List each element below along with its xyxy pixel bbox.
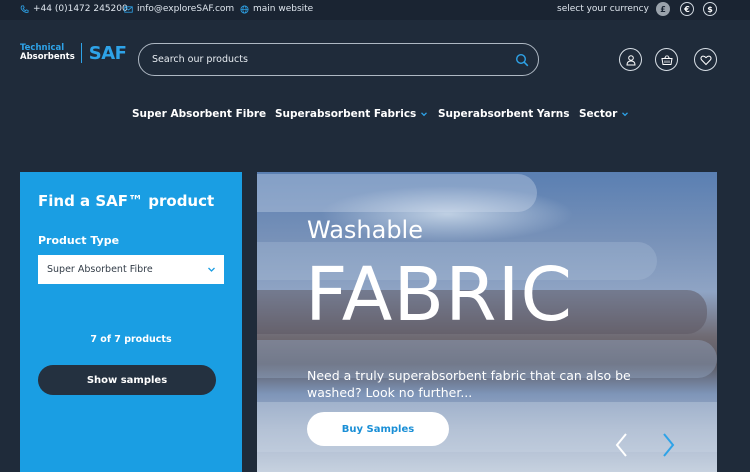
nav-label: Superabsorbent Yarns bbox=[438, 108, 570, 120]
currency-gbp-button[interactable]: £ bbox=[656, 2, 670, 16]
currency-usd-button[interactable]: $ bbox=[703, 2, 717, 16]
account-icon bbox=[625, 54, 636, 65]
heart-icon bbox=[699, 55, 712, 65]
chevron-left-icon[interactable] bbox=[613, 432, 631, 458]
currency-label-text: select your currency bbox=[557, 4, 649, 14]
nav-label: Super Absorbent Fibre bbox=[132, 108, 267, 120]
currency-label: select your currency bbox=[557, 1, 649, 17]
hero-subtitle: Washable bbox=[307, 216, 423, 244]
main-website-label: main website bbox=[253, 4, 314, 14]
basket-icon bbox=[660, 54, 673, 65]
search-bar bbox=[138, 43, 539, 76]
logo-wordmark: Technical Absorbents bbox=[20, 44, 75, 62]
chevron-down-icon bbox=[421, 112, 428, 117]
show-samples-button[interactable]: Show samples bbox=[38, 365, 216, 395]
nav-superabsorbent-yarns[interactable]: Superabsorbent Yarns bbox=[438, 106, 570, 122]
phone-icon bbox=[20, 4, 29, 13]
nav-superabsorbent-fabrics[interactable]: Superabsorbent Fabrics bbox=[275, 106, 428, 122]
buy-samples-button[interactable]: Buy Samples bbox=[307, 412, 449, 446]
wishlist-button[interactable] bbox=[694, 48, 717, 71]
fabric-fold-image bbox=[257, 174, 537, 212]
logo-divider bbox=[80, 43, 82, 63]
logo-line-2: Absorbents bbox=[20, 52, 75, 62]
search-icon[interactable] bbox=[515, 53, 529, 67]
email-link[interactable]: info@exploreSAF.com bbox=[124, 1, 234, 17]
site-logo[interactable]: Technical Absorbents SAF bbox=[20, 42, 127, 64]
chevron-down-icon bbox=[622, 112, 629, 117]
email-address: info@exploreSAF.com bbox=[137, 4, 235, 14]
currency-eur-button[interactable]: € bbox=[680, 2, 694, 16]
account-button[interactable] bbox=[619, 48, 642, 71]
search-input[interactable] bbox=[152, 54, 492, 65]
basket-button[interactable] bbox=[655, 48, 678, 71]
globe-icon bbox=[240, 4, 249, 14]
main-website-link[interactable]: main website bbox=[240, 1, 313, 17]
hero-banner: Washable FABRIC Need a truly superabsorb… bbox=[257, 172, 717, 472]
nav-label: Sector bbox=[579, 108, 618, 120]
hero-description: Need a truly superabsorbent fabric that … bbox=[307, 368, 631, 400]
phone-number: +44 (0)1472 245200 bbox=[33, 4, 128, 14]
nav-sector[interactable]: Sector bbox=[579, 106, 629, 122]
phone-link[interactable]: +44 (0)1472 245200 bbox=[20, 1, 128, 17]
chevron-down-icon bbox=[208, 267, 215, 272]
utility-bar: +44 (0)1472 245200 info@exploreSAF.com m… bbox=[0, 0, 750, 20]
hero-title: FABRIC bbox=[305, 252, 574, 338]
finder-title: Find a SAF™ product bbox=[38, 192, 215, 210]
chevron-right-icon[interactable] bbox=[659, 432, 677, 458]
logo-brand: SAF bbox=[88, 42, 127, 64]
mail-icon bbox=[124, 5, 133, 13]
product-type-label: Product Type bbox=[38, 234, 120, 247]
product-type-value: Super Absorbent Fibre bbox=[47, 264, 153, 275]
product-finder-panel: Find a SAF™ product Product Type Super A… bbox=[20, 172, 242, 472]
product-count: 7 of 7 products bbox=[90, 334, 172, 345]
nav-super-absorbent-fibre[interactable]: Super Absorbent Fibre bbox=[132, 106, 266, 122]
nav-label: Superabsorbent Fabrics bbox=[275, 108, 417, 120]
product-type-select[interactable]: Super Absorbent Fibre bbox=[38, 255, 224, 284]
